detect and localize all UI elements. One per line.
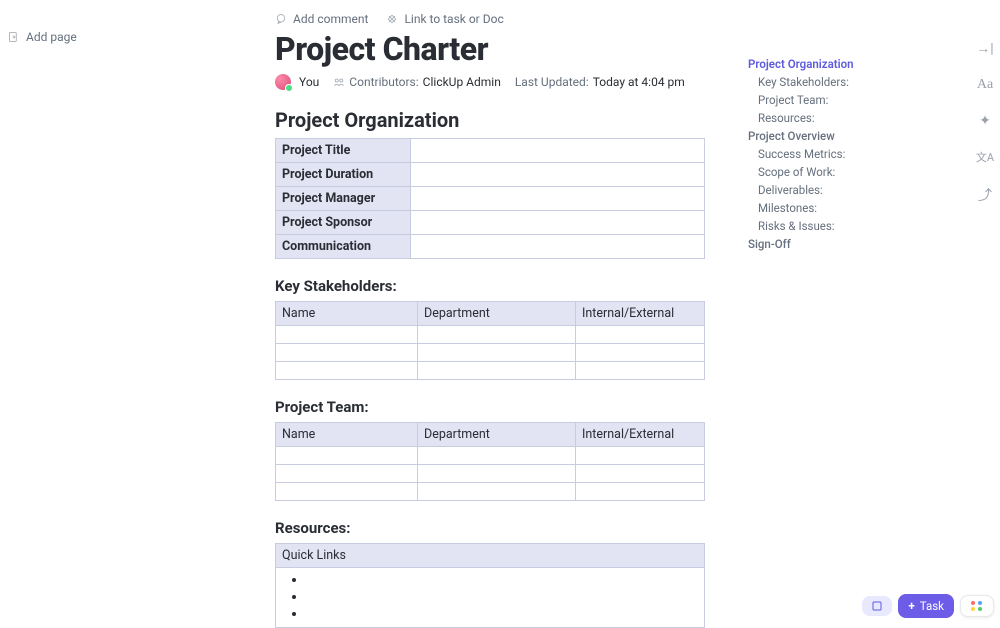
link-icon xyxy=(386,13,398,25)
org-cell[interactable] xyxy=(411,163,705,187)
org-cell[interactable] xyxy=(411,139,705,163)
section-org-heading[interactable]: Project Organization xyxy=(275,108,705,132)
right-rail: →| Aa ✦ 文A ⤴ xyxy=(970,40,1000,205)
resources-links[interactable] xyxy=(275,568,705,628)
author-chip[interactable]: You xyxy=(275,74,319,90)
outline-item[interactable]: Deliverables: xyxy=(748,181,928,199)
add-comment-button[interactable]: Add comment xyxy=(275,12,368,26)
col-dept[interactable]: Department xyxy=(418,423,576,447)
table-row: Project Manager xyxy=(276,187,705,211)
col-name[interactable]: Name xyxy=(276,423,418,447)
updated-chip: Last Updated: Today at 4:04 pm xyxy=(515,75,685,89)
outline-item[interactable]: Success Metrics: xyxy=(748,145,928,163)
table-row xyxy=(276,344,705,362)
list-item[interactable] xyxy=(306,606,686,623)
people-icon xyxy=(333,76,345,88)
outline-item[interactable]: Key Stakeholders: xyxy=(748,73,928,91)
org-row-comm[interactable]: Communication xyxy=(276,235,411,259)
link-task-button[interactable]: Link to task or Doc xyxy=(386,12,503,26)
org-cell[interactable] xyxy=(411,235,705,259)
document-main: Add comment Link to task or Doc Project … xyxy=(275,12,705,628)
typography-icon[interactable]: Aa xyxy=(977,77,993,93)
org-cell[interactable] xyxy=(411,187,705,211)
org-row-title[interactable]: Project Title xyxy=(276,139,411,163)
col-dept[interactable]: Department xyxy=(418,302,576,326)
table-header-row: Name Department Internal/External xyxy=(276,302,705,326)
apps-button[interactable] xyxy=(960,595,994,617)
table-row xyxy=(276,465,705,483)
outline-item[interactable]: Milestones: xyxy=(748,199,928,217)
org-row-sponsor[interactable]: Project Sponsor xyxy=(276,211,411,235)
col-intext[interactable]: Internal/External xyxy=(576,423,705,447)
link-task-label: Link to task or Doc xyxy=(404,12,503,26)
doc-meta: You Contributors: ClickUp Admin Last Upd… xyxy=(275,74,705,90)
task-button[interactable]: + Task xyxy=(898,594,954,618)
resources-header[interactable]: Quick Links xyxy=(276,544,705,568)
org-row-duration[interactable]: Project Duration xyxy=(276,163,411,187)
apps-icon xyxy=(971,601,983,611)
org-table[interactable]: Project Title Project Duration Project M… xyxy=(275,138,705,259)
table-row: Communication xyxy=(276,235,705,259)
section-team-heading[interactable]: Project Team: xyxy=(275,398,705,416)
contributors-label: Contributors: xyxy=(349,75,418,89)
org-cell[interactable] xyxy=(411,211,705,235)
col-intext[interactable]: Internal/External xyxy=(576,302,705,326)
updated-label: Last Updated: xyxy=(515,75,589,89)
outline-item[interactable]: Risks & Issues: xyxy=(748,217,928,235)
sparkle-icon[interactable]: ✦ xyxy=(979,113,991,129)
plus-icon: + xyxy=(908,599,914,613)
updated-value: Today at 4:04 pm xyxy=(593,75,685,89)
collapse-icon[interactable]: →| xyxy=(976,40,993,57)
contributors-chip[interactable]: Contributors: ClickUp Admin xyxy=(333,75,501,89)
outline-item[interactable]: Project Team: xyxy=(748,91,928,109)
avatar xyxy=(275,74,291,90)
table-row xyxy=(276,447,705,465)
outline-item[interactable]: Resources: xyxy=(748,109,928,127)
outline-item[interactable]: Sign-Off xyxy=(748,235,928,253)
outline-item[interactable]: Scope of Work: xyxy=(748,163,928,181)
add-page-button[interactable]: Add page xyxy=(8,30,77,44)
add-page-label: Add page xyxy=(26,30,77,44)
top-actions: Add comment Link to task or Doc xyxy=(275,12,705,26)
task-label: Task xyxy=(920,599,944,613)
comment-icon xyxy=(275,13,287,25)
team-table[interactable]: Name Department Internal/External xyxy=(275,422,705,501)
stakeholders-table[interactable]: Name Department Internal/External xyxy=(275,301,705,380)
plus-page-icon xyxy=(8,31,20,43)
share-icon[interactable]: ⤴ xyxy=(978,185,992,205)
table-row: Project Title xyxy=(276,139,705,163)
outline-panel: Project Organization Key Stakeholders: P… xyxy=(748,55,928,253)
note-icon xyxy=(872,601,882,611)
translate-icon[interactable]: 文A xyxy=(976,149,994,165)
author-name: You xyxy=(299,75,319,89)
contributors-value: ClickUp Admin xyxy=(423,75,501,89)
list-item[interactable] xyxy=(306,589,686,606)
add-comment-label: Add comment xyxy=(293,12,368,26)
section-resources-heading[interactable]: Resources: xyxy=(275,519,705,537)
col-name[interactable]: Name xyxy=(276,302,418,326)
outline-item[interactable]: Project Overview xyxy=(748,127,928,145)
note-button[interactable] xyxy=(862,596,892,616)
section-stakeholders-heading[interactable]: Key Stakeholders: xyxy=(275,277,705,295)
list-item[interactable] xyxy=(306,572,686,589)
resources-table[interactable]: Quick Links xyxy=(275,543,705,568)
table-row xyxy=(276,483,705,501)
table-row: Project Sponsor xyxy=(276,211,705,235)
outline-item[interactable]: Project Organization xyxy=(748,55,928,73)
table-row: Project Duration xyxy=(276,163,705,187)
table-row xyxy=(276,326,705,344)
table-row xyxy=(276,362,705,380)
doc-title[interactable]: Project Charter xyxy=(275,30,705,68)
table-header-row: Name Department Internal/External xyxy=(276,423,705,447)
org-row-manager[interactable]: Project Manager xyxy=(276,187,411,211)
bottom-actions: + Task xyxy=(862,594,994,618)
